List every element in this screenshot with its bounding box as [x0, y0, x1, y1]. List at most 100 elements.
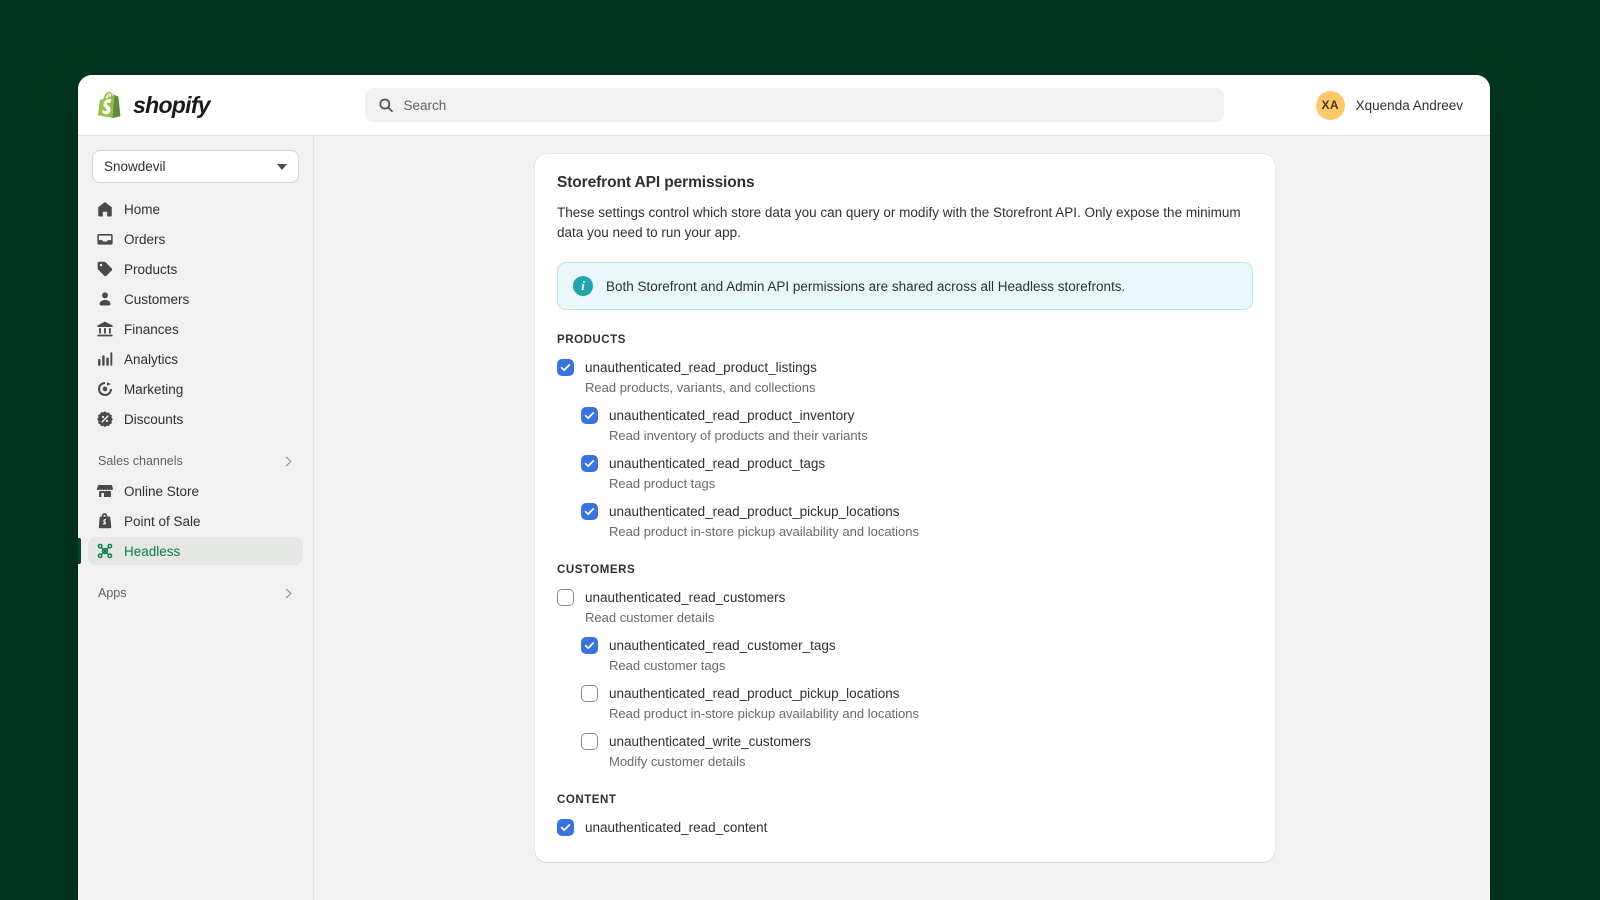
- app-window: shopify XA Xquenda Andreev Snowdevil: [78, 75, 1490, 900]
- store-selector[interactable]: Snowdevil: [92, 150, 299, 183]
- permission-item: unauthenticated_read_product_inventory Re…: [581, 407, 1253, 444]
- permission-description: Read product in-store pickup availabilit…: [609, 524, 920, 539]
- sidebar-item-customers[interactable]: Customers: [88, 285, 303, 313]
- sidebar: Snowdevil Home Orders Products Customers…: [78, 136, 314, 900]
- permission-checkbox[interactable]: [581, 407, 598, 424]
- permission-checkbox[interactable]: [557, 359, 574, 376]
- page-description: These settings control which store data …: [557, 205, 1241, 240]
- search-input[interactable]: [403, 89, 1211, 121]
- permission-item: unauthenticated_read_customer_tags Read c…: [581, 637, 1253, 674]
- search-icon: [379, 98, 393, 113]
- sidebar-item-label: Headless: [124, 543, 181, 559]
- permission-checkbox[interactable]: [581, 733, 598, 750]
- store-name: Snowdevil: [104, 159, 166, 174]
- body-split: Snowdevil Home Orders Products Customers…: [78, 136, 1490, 900]
- permission-name: unauthenticated_read_product_pickup_loca…: [609, 686, 900, 701]
- storefront-api-permissions-card: Storefront API permissions These setting…: [535, 154, 1275, 862]
- sidebar-item-label: Finances: [124, 321, 179, 337]
- permission-row[interactable]: unauthenticated_read_product_pickup_loca…: [581, 503, 1253, 520]
- permission-row[interactable]: unauthenticated_read_customer_tags: [581, 637, 1253, 654]
- headless-node-icon: [97, 543, 113, 559]
- top-bar: shopify XA Xquenda Andreev: [78, 75, 1490, 136]
- permission-checkbox[interactable]: [557, 589, 574, 606]
- permission-row[interactable]: unauthenticated_read_product_pickup_loca…: [581, 685, 1253, 702]
- shopify-brand[interactable]: shopify: [78, 91, 314, 120]
- chevron-down-icon: [277, 163, 287, 170]
- sidebar-item-label: Online Store: [124, 483, 200, 499]
- chevron-right-icon: [281, 588, 292, 598]
- bar-chart-icon: [98, 352, 113, 366]
- sidebar-item-label: Marketing: [124, 381, 184, 397]
- shopify-bag-logo-icon: [98, 91, 121, 118]
- search-box[interactable]: [365, 88, 1224, 122]
- storefront-icon: [97, 484, 113, 498]
- permission-description: Read inventory of products and their var…: [609, 428, 868, 443]
- search-bar: [365, 88, 1224, 122]
- pos-bag-icon: [98, 513, 112, 529]
- permission-checkbox[interactable]: [581, 455, 598, 472]
- user-menu[interactable]: XA Xquenda Andreev: [1307, 86, 1472, 125]
- info-banner-text: Both Storefront and Admin API permission…: [606, 278, 1126, 294]
- sidebar-item-orders[interactable]: Orders: [88, 225, 303, 253]
- section-label: PRODUCTS: [557, 334, 626, 346]
- apps-group[interactable]: Apps: [88, 581, 303, 605]
- permission-checkbox[interactable]: [581, 685, 598, 702]
- sales-channels-title: Sales channels: [98, 454, 183, 468]
- permission-name: unauthenticated_read_product_tags: [609, 456, 826, 471]
- permission-section: CUSTOMERS unauthenticated_read_customers R…: [557, 564, 1253, 770]
- permission-checkbox[interactable]: [581, 503, 598, 520]
- permission-section: PRODUCTS unauthenticated_read_product_lis…: [557, 334, 1253, 540]
- megaphone-target-icon: [97, 381, 113, 397]
- sidebar-item-label: Analytics: [124, 351, 179, 367]
- permission-checkbox[interactable]: [557, 819, 574, 836]
- chevron-right-icon: [281, 456, 292, 466]
- person-icon: [99, 292, 111, 306]
- sidebar-item-products[interactable]: Products: [88, 255, 303, 283]
- permission-row[interactable]: unauthenticated_read_customers: [557, 589, 1253, 606]
- permission-name: unauthenticated_read_product_listings: [585, 360, 817, 375]
- permission-description: Read product tags: [609, 476, 716, 491]
- permission-item: unauthenticated_read_customers Read custo…: [557, 589, 1253, 626]
- sidebar-item-label: Customers: [124, 291, 190, 307]
- permission-item: unauthenticated_read_product_tags Read pr…: [581, 455, 1253, 492]
- permission-row[interactable]: unauthenticated_read_content: [557, 819, 1253, 836]
- permission-row[interactable]: unauthenticated_write_customers: [581, 733, 1253, 750]
- permission-description: Read customer tags: [609, 658, 726, 673]
- permission-name: unauthenticated_read_content: [585, 820, 768, 835]
- sidebar-item-label: Home: [124, 201, 161, 217]
- sidebar-item-label: Orders: [124, 231, 166, 247]
- section-label: CONTENT: [557, 794, 617, 806]
- orders-inbox-icon: [97, 234, 113, 245]
- permission-name: unauthenticated_write_customers: [609, 734, 811, 749]
- permission-description: Read customer details: [585, 610, 715, 625]
- permission-name: unauthenticated_read_product_inventory: [609, 408, 855, 423]
- permission-name: unauthenticated_read_customer_tags: [609, 638, 836, 653]
- content-area: Storefront API permissions These setting…: [314, 136, 1490, 900]
- sidebar-item-home[interactable]: Home: [88, 195, 303, 223]
- section-label: CUSTOMERS: [557, 564, 636, 576]
- avatar: XA: [1315, 90, 1345, 120]
- permission-item: unauthenticated_read_content: [557, 819, 1253, 836]
- sidebar-item-analytics[interactable]: Analytics: [88, 345, 303, 373]
- permission-name: unauthenticated_read_customers: [585, 590, 786, 605]
- permission-item: unauthenticated_read_product_pickup_loca…: [581, 685, 1253, 722]
- sidebar-item-label: Point of Sale: [124, 513, 201, 529]
- permission-row[interactable]: unauthenticated_read_product_inventory: [581, 407, 1253, 424]
- sidebar-item-online-store[interactable]: Online Store: [88, 477, 303, 505]
- sales-channels-group[interactable]: Sales channels: [88, 449, 303, 473]
- permission-item: unauthenticated_read_product_listings Rea…: [557, 359, 1253, 396]
- user-name: Xquenda Andreev: [1355, 97, 1463, 113]
- sidebar-item-finances[interactable]: Finances: [88, 315, 303, 343]
- permission-checkbox[interactable]: [581, 637, 598, 654]
- permission-row[interactable]: unauthenticated_read_product_tags: [581, 455, 1253, 472]
- sidebar-item-point-of-sale[interactable]: Point of Sale: [88, 507, 303, 535]
- sidebar-item-label: Discounts: [124, 411, 184, 427]
- sidebar-item-headless[interactable]: Headless: [78, 537, 303, 565]
- permission-description: Read product in-store pickup availabilit…: [609, 706, 920, 721]
- brand-wordmark: shopify: [133, 91, 211, 118]
- sidebar-item-discounts[interactable]: Discounts: [88, 405, 303, 433]
- sidebar-item-marketing[interactable]: Marketing: [88, 375, 303, 403]
- permission-description: Modify customer details: [609, 754, 746, 769]
- permission-row[interactable]: unauthenticated_read_product_listings: [557, 359, 1253, 376]
- info-banner: i Both Storefront and Admin API permissi…: [557, 262, 1253, 310]
